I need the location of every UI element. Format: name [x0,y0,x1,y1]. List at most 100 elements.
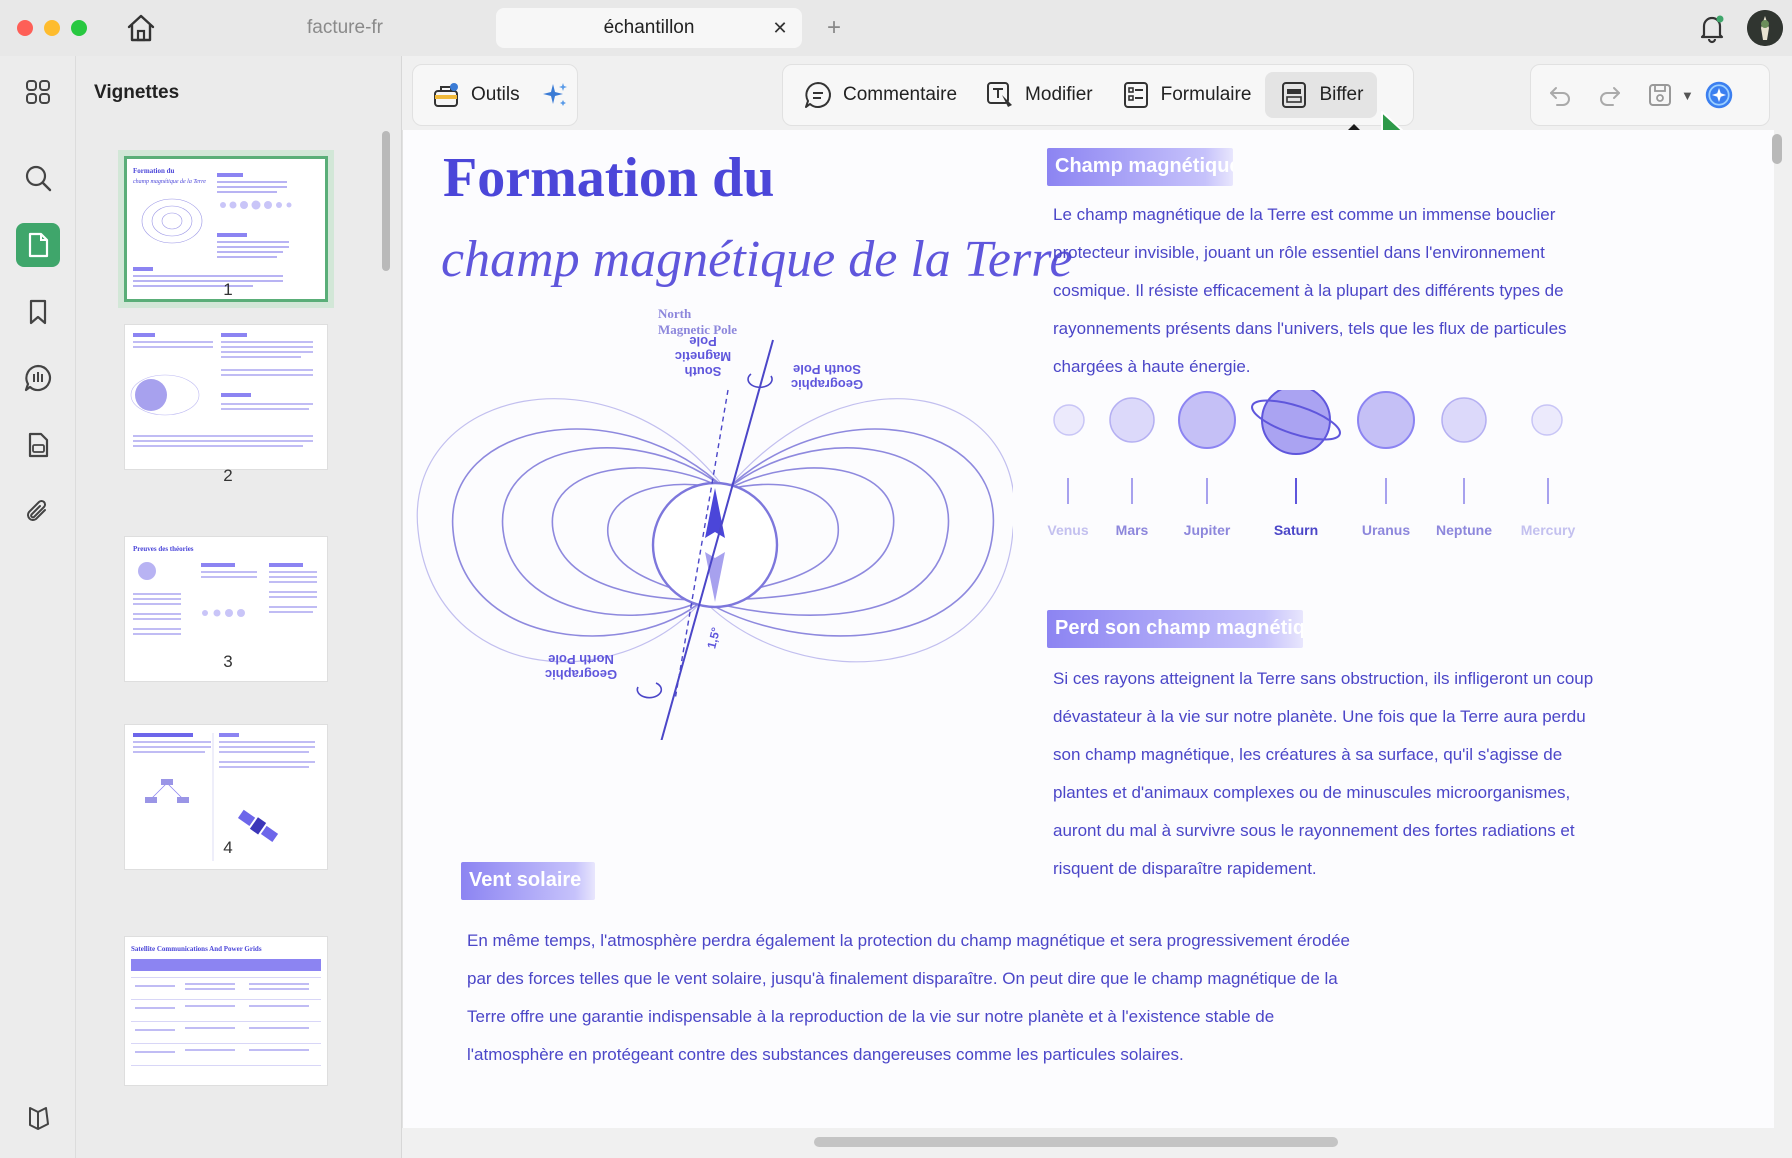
left-icon-rail [0,56,76,1158]
geographic-north-pole-label: Geographic North Pole [544,652,618,682]
modifier-label: Modifier [1025,84,1093,105]
thumbnail-number: 4 [223,838,233,857]
planet-label-mercury: Mercury [1520,522,1576,538]
tab-echantillon[interactable]: échantillon ✕ [496,8,802,48]
document-icon[interactable] [16,423,60,467]
toolbox-icon [431,80,461,110]
tab-facture-fr[interactable]: facture-fr [200,8,490,48]
tab-label: échantillon [603,17,695,38]
biffer-button[interactable]: Biffer [1265,72,1378,118]
panel-scrollbar[interactable] [382,131,390,271]
planet-label-neptune: Neptune [1436,522,1492,538]
thumbnail-page-5[interactable]: Satellite Communications And Power Grids [124,936,328,1086]
section3-paragraph: En même temps, l'atmosphère perdra égale… [467,922,1387,1074]
layers-icon[interactable] [16,1096,60,1140]
section-heading-champ: Champ magnétique [1047,148,1233,186]
document-vertical-scrollbar[interactable] [1772,134,1782,164]
thumbnail-number: 1 [223,280,233,299]
bell-icon[interactable] [1694,10,1730,46]
svg-text:champ magnétique de la Terre: champ magnétique de la Terre [133,179,206,185]
save-button[interactable]: ▼ [1635,72,1698,118]
planet-label-uranus: Uranus [1361,522,1411,538]
thumbnail-number: 3 [223,652,233,671]
close-icon[interactable]: ✕ [768,16,792,40]
text-line: par des forces telles que le vent solair… [467,969,1338,988]
svg-text:Preuves des théories: Preuves des théories [133,545,194,553]
document-horizontal-scrollbar[interactable] [814,1137,1338,1147]
tab-label: facture-fr [306,17,384,38]
svg-text:Formation du: Formation du [133,167,175,175]
text-line: protecteur invisible, jouant un rôle ess… [1053,243,1545,262]
undo-button[interactable] [1531,72,1585,118]
text-line: rayonnements présents dans l'univers, te… [1053,319,1567,338]
text-line: chargées à haute énergie. [1053,357,1251,376]
outils-button[interactable]: Outils [417,72,534,118]
commentaire-label: Commentaire [843,84,958,105]
paperclip-icon[interactable] [16,490,60,534]
south-magnetic-pole-label: South Magnetic Pole [674,334,732,379]
form-icon [1121,80,1151,110]
close-window-button[interactable] [17,20,33,36]
thumbnail-number: 2 [223,466,233,485]
text-line: son champ magnétique, les créatures à sa… [1053,745,1563,764]
redo-icon [1595,80,1625,110]
comment-icon[interactable] [16,356,60,400]
text-line: Le champ magnétique de la Terre est comm… [1053,205,1556,224]
grid-icon[interactable] [16,70,60,114]
actions-group: ▼ [1530,64,1770,126]
planets-illustration [1053,390,1563,504]
thumbnails-panel: Vignettes Formation du champ magnétique … [76,56,402,1158]
chevron-down-icon[interactable]: ▼ [1681,88,1694,103]
commentaire-button[interactable]: Commentaire [789,72,971,118]
save-icon [1645,80,1675,110]
text-line: dévastateur à la vie sur notre planète. … [1053,707,1586,726]
document-page: Formation du champ magnétique de la Terr… [402,130,1774,1128]
section1-paragraph: Le champ magnétique de la Terre est comm… [1053,196,1573,386]
zoom-window-button[interactable] [71,20,87,36]
section2-paragraph: Si ces rayons atteignent la Terre sans o… [1053,660,1613,888]
text-line: auront du mal à survivre sous le rayonne… [1053,821,1575,840]
panel-title: Vignettes [94,82,180,103]
biffer-label: Biffer [1319,84,1364,105]
text-line: cosmique. Il résiste efficacement à la p… [1053,281,1564,300]
search-icon[interactable] [16,156,60,200]
text-line: risquent de disparaître rapidement. [1053,859,1317,878]
tools-group: Outils [412,64,578,126]
outils-label: Outils [471,84,520,105]
formulaire-label: Formulaire [1160,84,1252,105]
planet-label-saturn: Saturn [1273,522,1319,538]
bookmark-icon[interactable] [16,290,60,334]
avatar[interactable] [1747,10,1783,46]
section-heading-vent: Vent solaire [461,862,595,900]
document-subtitle: champ magnétique de la Terre [441,231,1073,288]
thumbnail-page-2[interactable] [124,324,328,470]
modifier-button[interactable]: Modifier [971,72,1107,118]
ai-assistant-button[interactable] [1698,72,1740,118]
plus-icon[interactable]: + [818,12,850,44]
comment-icon [803,80,833,110]
undo-icon [1545,80,1575,110]
text-line: Si ces rayons atteignent la Terre sans o… [1053,669,1594,688]
redact-icon [1279,80,1309,110]
app-window: facture-fr échantillon ✕ + Vignettes For… [0,0,1792,1158]
geographic-south-pole-label: Geographic South Pole [790,362,864,392]
ai-tools-button[interactable] [534,72,576,118]
svg-text:Satellite Communications And P: Satellite Communications And Power Grids [131,945,262,953]
planet-label-jupiter: Jupiter [1183,522,1231,538]
formulaire-button[interactable]: Formulaire [1107,72,1266,118]
minimize-window-button[interactable] [44,20,60,36]
edit-text-icon [985,80,1015,110]
ai-assistant-icon [1704,80,1734,110]
text-line: l'atmosphère en protégeant contre des su… [467,1045,1184,1064]
sparkle-icon [540,80,570,110]
home-icon[interactable] [124,12,158,44]
text-line: Terre offre une garantie indispensable à… [467,1007,1275,1026]
page-icon[interactable] [16,223,60,267]
title-bar: facture-fr échantillon ✕ + [0,0,1792,56]
text-line: plantes et d'animaux complexes ou de min… [1053,783,1571,802]
redo-button[interactable] [1585,72,1635,118]
document-title: Formation du [443,147,775,209]
text-line: En même temps, l'atmosphère perdra égale… [467,931,1351,950]
section-heading-perd: Perd son champ magnétique [1047,610,1303,648]
edit-modes-group: Commentaire Modifier Formulaire Biffer [782,64,1414,126]
